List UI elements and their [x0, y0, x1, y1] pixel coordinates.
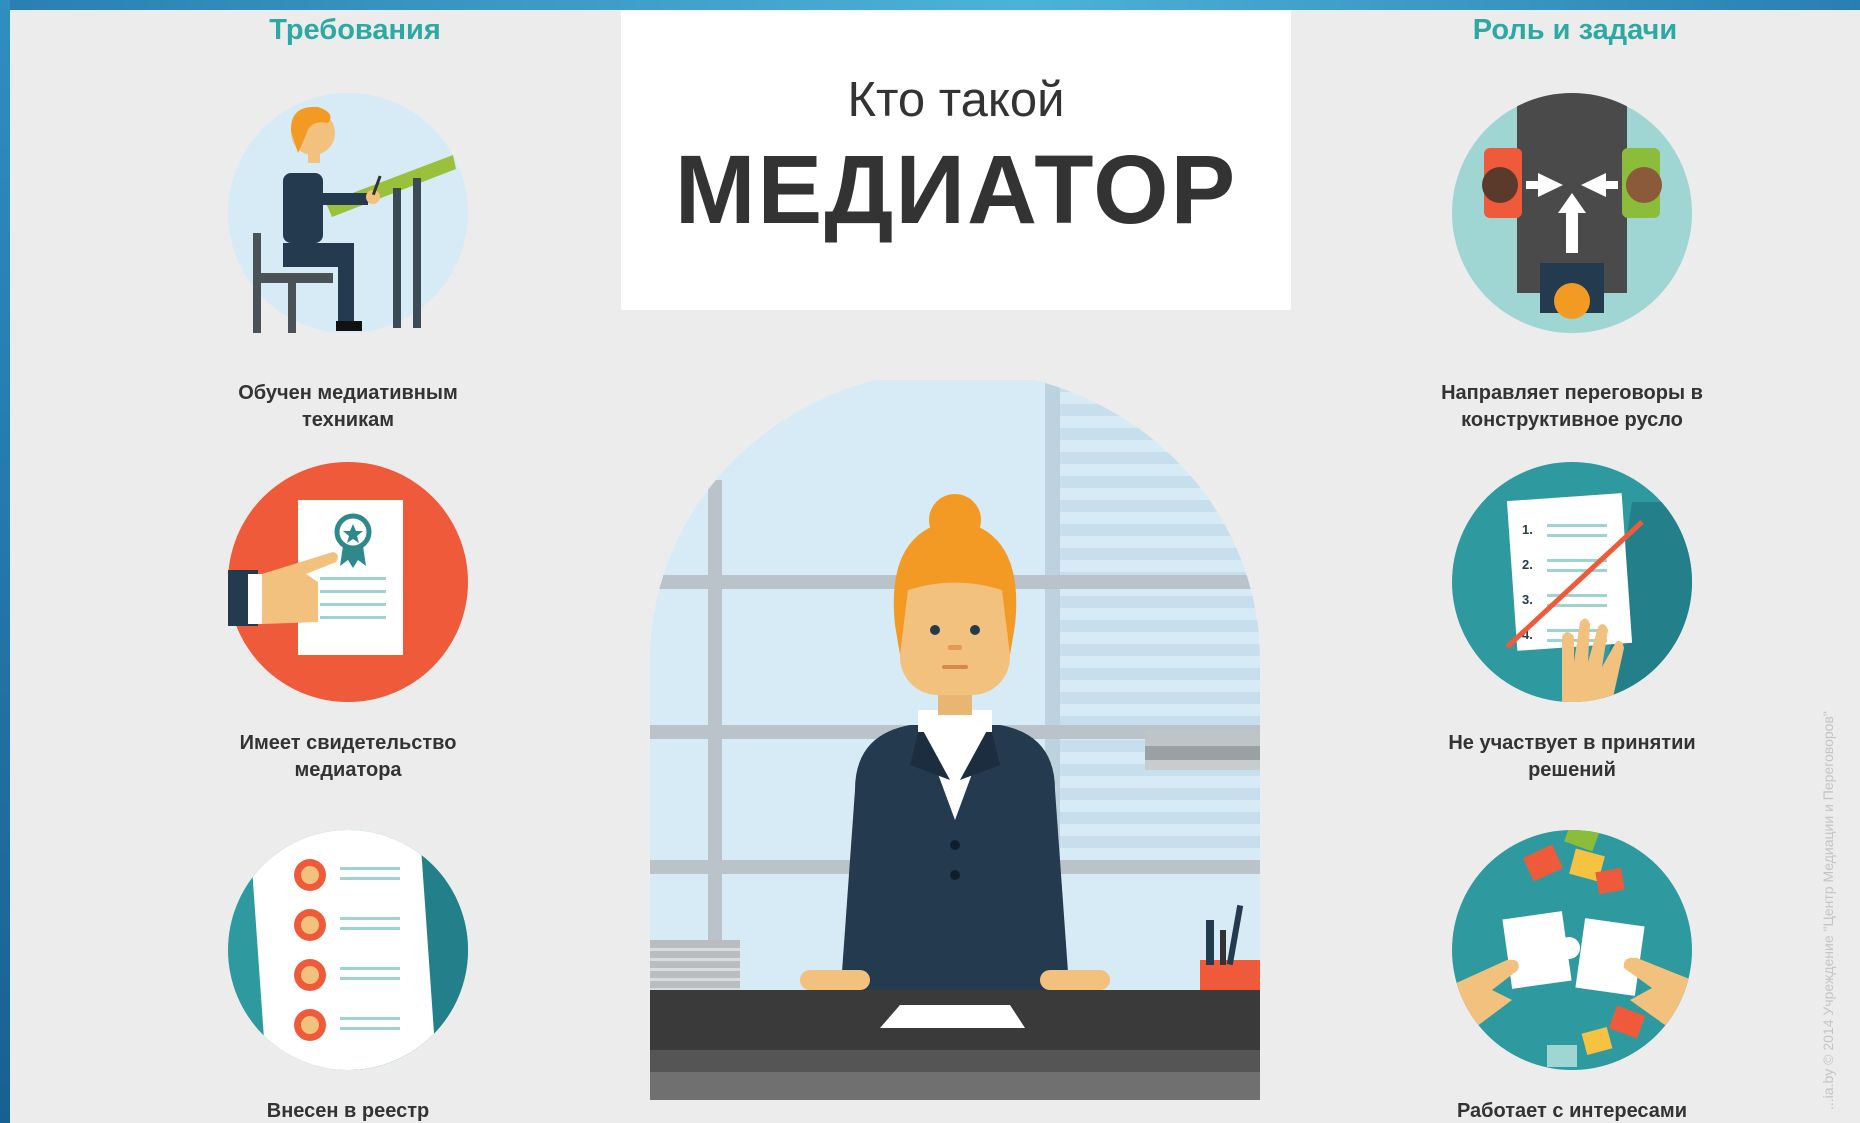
student-at-desk-icon — [228, 93, 468, 333]
requirements-title: Требования — [269, 14, 441, 46]
requirement-label-3: Внесен в реестр — [266, 1100, 430, 1122]
role-label-1: Направляет переговоры в конструктивное р… — [1441, 382, 1703, 431]
negotiation-table-icon — [1452, 93, 1692, 333]
requirement-label-2: Имеет свидетельство медиатора — [239, 732, 457, 781]
requirement-label-1: Обучен медиативным техникам — [238, 382, 458, 431]
title-card: Кто такой МЕДИАТОР — [621, 10, 1291, 310]
svg-text:1.: 1. — [1522, 522, 1533, 537]
registry-list-icon — [228, 830, 468, 1070]
copyright-watermark: ...ia.by © 2014 Учреждение "Центр Медиац… — [1820, 711, 1836, 1110]
frame-top-border — [0, 0, 1860, 10]
svg-text:2.: 2. — [1522, 557, 1533, 572]
role-label-3: Работает с интересами — [1456, 1100, 1688, 1122]
title-line-big: МЕДИАТОР — [674, 135, 1238, 244]
frame-left-border — [0, 0, 10, 1123]
svg-text:3.: 3. — [1522, 592, 1533, 607]
role-label-2: Не участвует в принятии решений — [1448, 732, 1696, 781]
puzzle-pieces-icon — [1452, 830, 1692, 1070]
crossed-document-icon: 1. 2. 3. 4. — [1452, 462, 1692, 702]
title-line-small: Кто такой — [847, 73, 1065, 127]
certificate-icon — [228, 462, 468, 702]
infographic-canvas: Требования Роль и задачи Кто такой МЕДИА… — [10, 10, 1860, 1123]
mediator-office-scene — [650, 380, 1260, 1100]
roles-title: Роль и задачи — [1472, 14, 1678, 46]
